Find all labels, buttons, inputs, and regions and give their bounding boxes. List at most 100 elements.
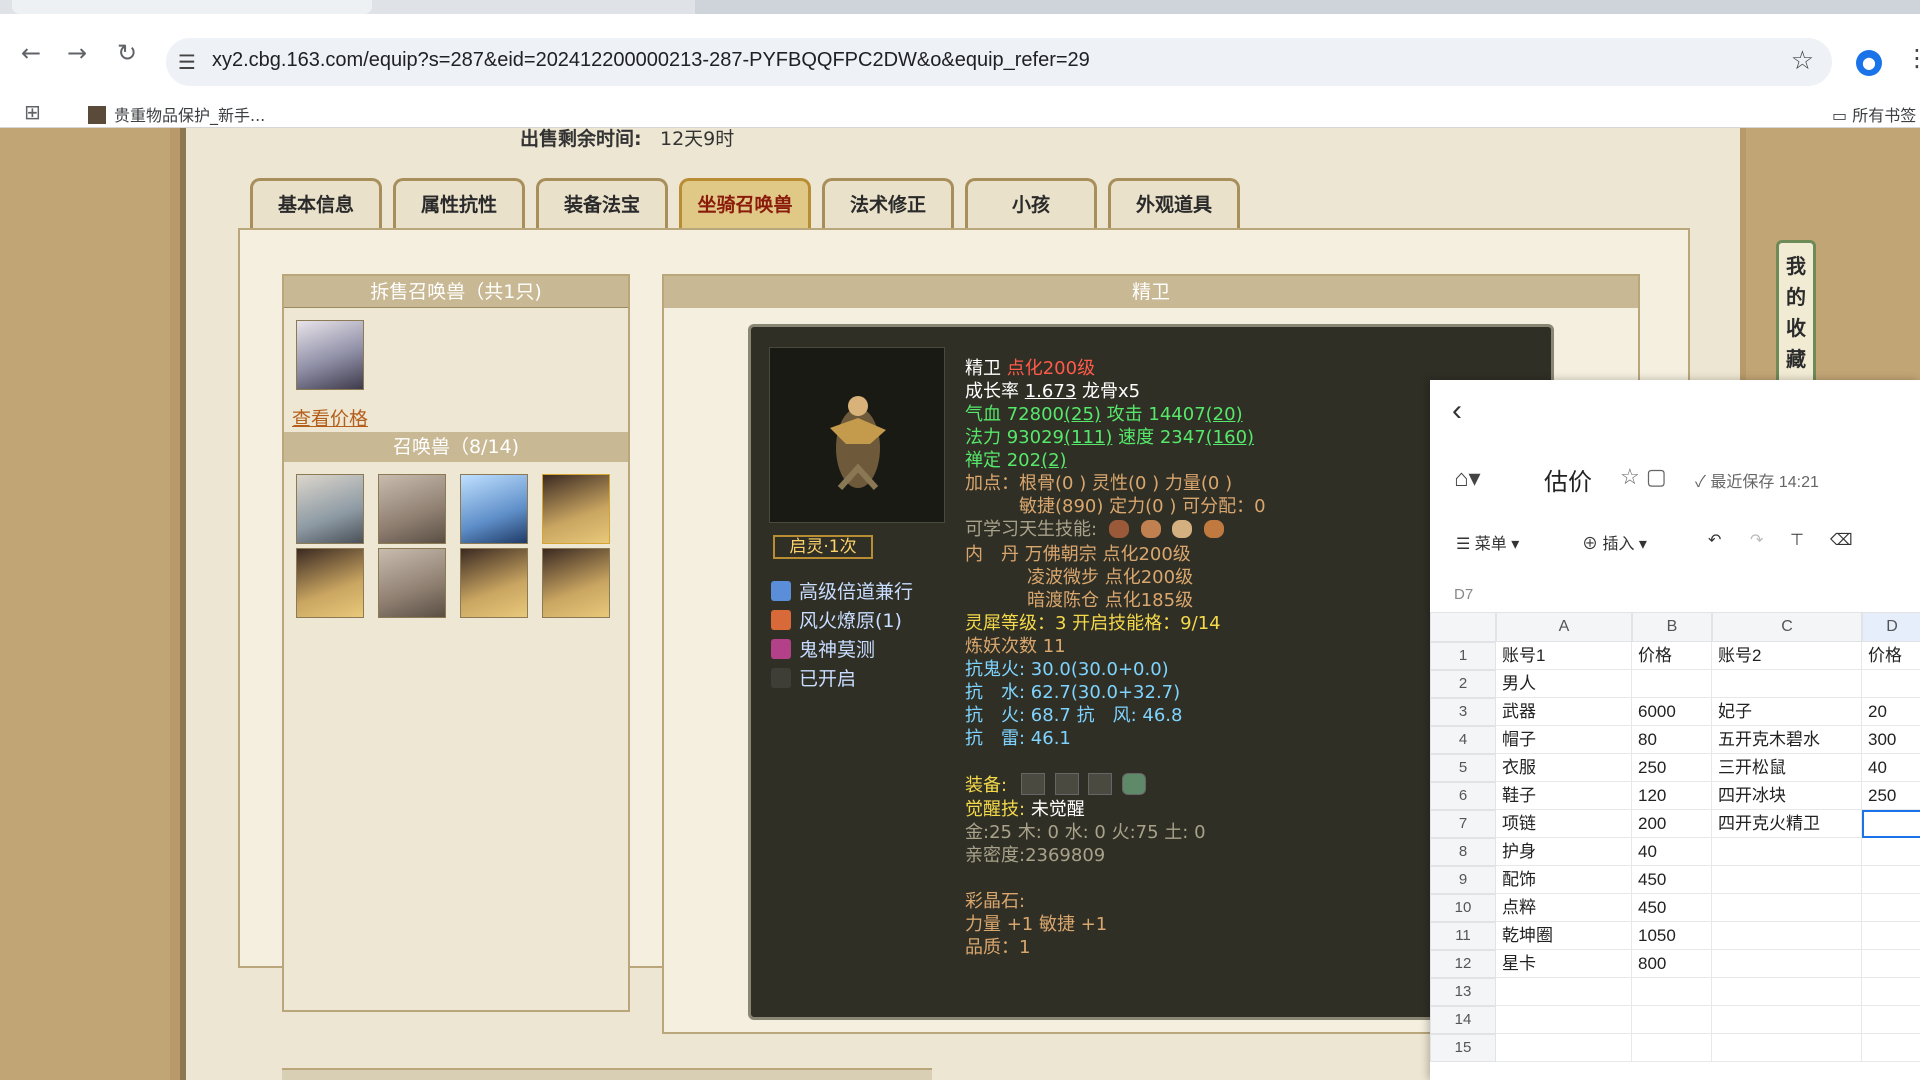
sheet-cell[interactable] <box>1632 978 1712 1006</box>
sheet-cell[interactable] <box>1496 1006 1632 1034</box>
sheet-cell[interactable] <box>1712 922 1862 950</box>
forward-icon[interactable]: → <box>60 36 94 70</box>
reload-icon[interactable]: ↻ <box>110 36 144 70</box>
sheet-cell[interactable] <box>1496 978 1632 1006</box>
sheet-cell[interactable]: 1050 <box>1632 922 1712 950</box>
sheet-cell[interactable]: 点粹 <box>1496 894 1632 922</box>
column-header[interactable]: B <box>1632 612 1712 642</box>
sheet-cell[interactable]: 星卡 <box>1496 950 1632 978</box>
insert-button[interactable]: ⊕ 插入 ▾ <box>1582 530 1647 554</box>
pet-avatar[interactable] <box>542 548 610 618</box>
menu-kebab-icon[interactable]: ⋮ <box>1905 44 1920 72</box>
sheet-cell[interactable] <box>1712 978 1862 1006</box>
sheet-cell[interactable]: 账号1 <box>1496 642 1632 670</box>
sheet-cell[interactable]: 40 <box>1632 838 1712 866</box>
row-header[interactable]: 6 <box>1430 782 1496 810</box>
sheet-cell[interactable]: 80 <box>1632 726 1712 754</box>
pet-skill[interactable]: 已开启 <box>771 664 856 691</box>
sheet-cell[interactable] <box>1862 670 1920 698</box>
row-header[interactable]: 13 <box>1430 978 1496 1006</box>
bookmark-star-icon[interactable]: ☆ <box>1791 46 1814 76</box>
equip-slot-icon[interactable] <box>1054 773 1079 795</box>
row-header[interactable]: 8 <box>1430 838 1496 866</box>
sheet-cell[interactable]: 妃子 <box>1712 698 1862 726</box>
sheet-cell[interactable]: 450 <box>1632 894 1712 922</box>
back-chevron-icon[interactable]: ‹ <box>1452 394 1462 428</box>
sheet-cell[interactable]: 450 <box>1632 866 1712 894</box>
browser-tab[interactable] <box>12 0 372 14</box>
split-pet-avatar[interactable] <box>296 320 364 390</box>
sheet-cell[interactable] <box>1862 1006 1920 1034</box>
bookmark-item[interactable]: 贵重物品保护_新手... <box>88 102 265 126</box>
sheet-cell[interactable]: 配饰 <box>1496 866 1632 894</box>
row-header[interactable]: 9 <box>1430 866 1496 894</box>
sheet-cell[interactable] <box>1862 950 1920 978</box>
tab-attributes[interactable]: 属性抗性 <box>393 178 525 228</box>
star-icon[interactable]: ☆ ▢ <box>1620 464 1667 490</box>
select-all-corner[interactable] <box>1430 612 1496 642</box>
row-header[interactable]: 1 <box>1430 642 1496 670</box>
sheet-cell[interactable]: 200 <box>1632 810 1712 838</box>
equip-ornament-icon[interactable] <box>1122 773 1147 795</box>
pet-avatar[interactable] <box>296 474 364 544</box>
row-header[interactable]: 11 <box>1430 922 1496 950</box>
learnable-skill-icon[interactable] <box>1108 520 1129 538</box>
sheet-cell[interactable]: 衣服 <box>1496 754 1632 782</box>
eraser-icon[interactable]: ⌫ <box>1830 530 1853 550</box>
redo-icon[interactable]: ↷ <box>1750 530 1763 550</box>
sheet-cell[interactable] <box>1862 838 1920 866</box>
sheet-cell[interactable] <box>1632 1034 1712 1062</box>
sheet-cell[interactable] <box>1712 1034 1862 1062</box>
sheet-cell[interactable]: 护身 <box>1496 838 1632 866</box>
sheet-cell[interactable] <box>1712 670 1862 698</box>
sheet-cell[interactable] <box>1712 838 1862 866</box>
view-price-link[interactable]: 查看价格 <box>292 404 368 431</box>
pet-skill[interactable]: 高级倍道兼行 <box>771 577 913 604</box>
sheet-cell[interactable]: 男人 <box>1496 670 1632 698</box>
row-header[interactable]: 5 <box>1430 754 1496 782</box>
sheet-cell[interactable]: 五开克木碧水 <box>1712 726 1862 754</box>
pet-skill[interactable]: 风火燎原(1) <box>771 606 902 633</box>
sheet-cell[interactable] <box>1712 866 1862 894</box>
sheet-cell[interactable]: 项链 <box>1496 810 1632 838</box>
pet-avatar[interactable] <box>378 474 446 544</box>
home-icon[interactable]: ⌂▾ <box>1454 464 1481 493</box>
pet-avatar[interactable] <box>460 548 528 618</box>
row-header[interactable]: 7 <box>1430 810 1496 838</box>
pet-avatar[interactable] <box>378 548 446 618</box>
row-header[interactable]: 14 <box>1430 1006 1496 1034</box>
row-header[interactable]: 15 <box>1430 1034 1496 1062</box>
column-header[interactable]: C <box>1712 612 1862 642</box>
sheet-cell[interactable] <box>1862 1034 1920 1062</box>
sheet-cell[interactable] <box>1496 1034 1632 1062</box>
sheet-cell[interactable] <box>1862 978 1920 1006</box>
sheet-cell[interactable] <box>1712 950 1862 978</box>
sheet-cell[interactable]: 300 <box>1862 726 1920 754</box>
sheet-cell[interactable] <box>1712 1006 1862 1034</box>
row-header[interactable]: 4 <box>1430 726 1496 754</box>
tab-mounts-pets[interactable]: 坐骑召唤兽 <box>679 178 811 228</box>
equip-slot-icon[interactable] <box>1088 773 1113 795</box>
undo-icon[interactable]: ↶ <box>1708 530 1721 550</box>
sheet-cell[interactable] <box>1712 894 1862 922</box>
tab-basic-info[interactable]: 基本信息 <box>250 178 382 228</box>
address-bar[interactable]: ☰ xy2.cbg.163.com/equip?s=287&eid=202412… <box>166 38 1832 86</box>
sheet-cell[interactable]: 250 <box>1632 754 1712 782</box>
all-bookmarks[interactable]: ▭ 所有书签 <box>1832 102 1916 126</box>
row-header[interactable]: 2 <box>1430 670 1496 698</box>
sheet-title[interactable]: 估价 <box>1544 462 1592 497</box>
browser-tab[interactable] <box>695 0 1920 14</box>
tab-appearance[interactable]: 外观道具 <box>1108 178 1240 228</box>
sheet-cell[interactable]: 120 <box>1632 782 1712 810</box>
pet-avatar[interactable] <box>460 474 528 544</box>
sheet-cell[interactable]: 6000 <box>1632 698 1712 726</box>
sheet-cell[interactable] <box>1632 670 1712 698</box>
pet-avatar-selected[interactable] <box>542 474 610 544</box>
sheet-cell[interactable]: 价格 <box>1862 642 1920 670</box>
learnable-skill-icon[interactable] <box>1204 520 1225 538</box>
sheet-cell[interactable]: 800 <box>1632 950 1712 978</box>
row-header[interactable]: 12 <box>1430 950 1496 978</box>
sheet-cell[interactable] <box>1632 1006 1712 1034</box>
sheet-cell[interactable]: 40 <box>1862 754 1920 782</box>
sheet-cell[interactable] <box>1862 810 1920 838</box>
